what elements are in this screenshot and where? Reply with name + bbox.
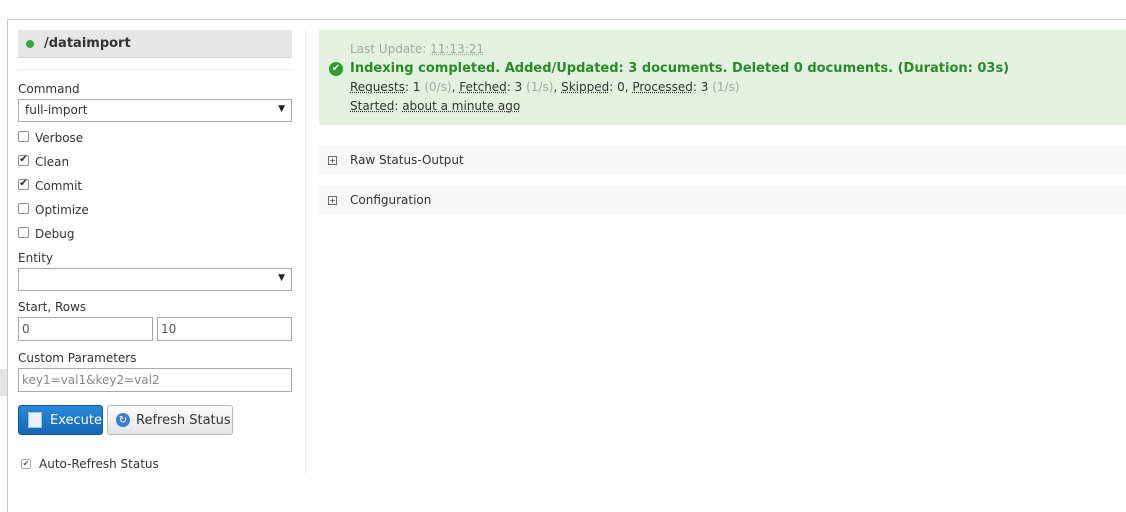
last-update-label: Last Update: <box>350 42 427 56</box>
processed-value: 3 <box>700 80 709 94</box>
check-icon: ✔ <box>19 178 28 189</box>
processed-label: Processed <box>632 80 693 94</box>
requests-label: Requests <box>350 80 405 94</box>
option-clean[interactable]: ✔ Clean <box>18 154 70 169</box>
status-dot-icon <box>26 39 34 48</box>
last-update: Last Update: 11:13:21 <box>350 42 484 56</box>
status-stats: Requests: 1 (0/s), Fetched: 3 (1/s), Ski… <box>350 80 740 94</box>
chevron-down-icon: ▼ <box>278 104 285 114</box>
command-label: Command <box>18 82 80 96</box>
clean-label: Clean <box>35 155 70 169</box>
status-panel: Last Update: 11:13:21 ✔ Indexing complet… <box>319 30 1126 125</box>
handler-header[interactable]: /dataimport <box>18 30 292 58</box>
requests-rate: (0/s) <box>424 80 452 94</box>
execute-button[interactable]: Execute <box>18 405 103 435</box>
option-optimize[interactable]: Optimize <box>18 202 89 217</box>
option-debug[interactable]: Debug <box>18 226 75 241</box>
column-divider <box>305 30 306 474</box>
command-select[interactable]: full-import ▼ <box>18 99 292 122</box>
refresh-button-label: Refresh Status <box>136 412 231 428</box>
verbose-checkbox[interactable] <box>18 130 29 142</box>
header-divider <box>18 69 292 70</box>
chevron-down-icon: ▼ <box>278 273 285 283</box>
started-value: about a minute ago <box>402 99 521 113</box>
debug-checkbox[interactable] <box>18 226 29 238</box>
handler-title: /dataimport <box>44 36 131 51</box>
auto-refresh-checkbox[interactable]: ✔ <box>21 459 31 469</box>
top-border <box>7 19 1126 20</box>
optimize-checkbox[interactable] <box>18 202 29 214</box>
start-input[interactable] <box>18 317 153 341</box>
expand-plus-icon: + <box>328 195 337 205</box>
processed-rate: (1/s) <box>712 80 740 94</box>
status-message-row: ✔ Indexing completed. Added/Updated: 3 d… <box>329 61 1009 76</box>
execute-button-label: Execute <box>50 412 102 428</box>
expand-plus-icon: + <box>328 155 337 165</box>
left-border <box>7 19 8 512</box>
option-commit[interactable]: ✔ Commit <box>18 178 83 193</box>
check-circle-icon: ✔ <box>329 61 343 76</box>
refresh-icon: ↻ <box>116 413 130 427</box>
rows-input[interactable] <box>157 317 292 341</box>
refresh-status-button[interactable]: ↻ Refresh Status <box>107 405 233 435</box>
fetched-rate: (1/s) <box>526 80 554 94</box>
verbose-label: Verbose <box>35 131 84 145</box>
optimize-label: Optimize <box>35 203 89 217</box>
configuration-toggle[interactable]: + Configuration <box>319 185 1126 215</box>
import-sidebar: /dataimport Command full-import ▼ Verbos… <box>18 30 292 471</box>
clean-checkbox[interactable]: ✔ <box>18 154 29 166</box>
requests-value: 1 <box>412 80 421 94</box>
raw-status-output-toggle[interactable]: + Raw Status-Output <box>319 145 1126 175</box>
auto-refresh-label: Auto-Refresh Status <box>39 457 159 471</box>
check-icon: ✔ <box>22 459 30 468</box>
custom-params-label: Custom Parameters <box>18 351 137 365</box>
commit-checkbox[interactable]: ✔ <box>18 178 29 190</box>
debug-label: Debug <box>35 227 75 241</box>
nav-edge-tab[interactable] <box>0 369 7 396</box>
status-message: Indexing completed. Added/Updated: 3 doc… <box>350 61 1010 76</box>
document-import-icon <box>28 412 42 428</box>
custom-params-input[interactable] <box>18 368 292 392</box>
skipped-value: 0 <box>617 80 625 94</box>
started-row: Started: about a minute ago <box>350 99 521 113</box>
option-verbose[interactable]: Verbose <box>18 130 84 145</box>
entity-label: Entity <box>18 251 54 265</box>
check-icon: ✔ <box>19 154 28 165</box>
raw-status-output-label: Raw Status-Output <box>350 153 464 167</box>
configuration-label: Configuration <box>350 193 432 207</box>
entity-select[interactable]: ▼ <box>18 268 292 291</box>
start-rows-label: Start, Rows <box>18 300 87 314</box>
skipped-label: Skipped <box>561 80 610 94</box>
started-label: Started <box>350 99 395 113</box>
commit-label: Commit <box>35 179 83 193</box>
last-update-value: 11:13:21 <box>430 42 485 56</box>
auto-refresh-option[interactable]: ✔ Auto-Refresh Status <box>21 457 159 471</box>
command-value: full-import <box>25 103 88 117</box>
fetched-value: 3 <box>514 80 523 94</box>
fetched-label: Fetched <box>459 80 507 94</box>
